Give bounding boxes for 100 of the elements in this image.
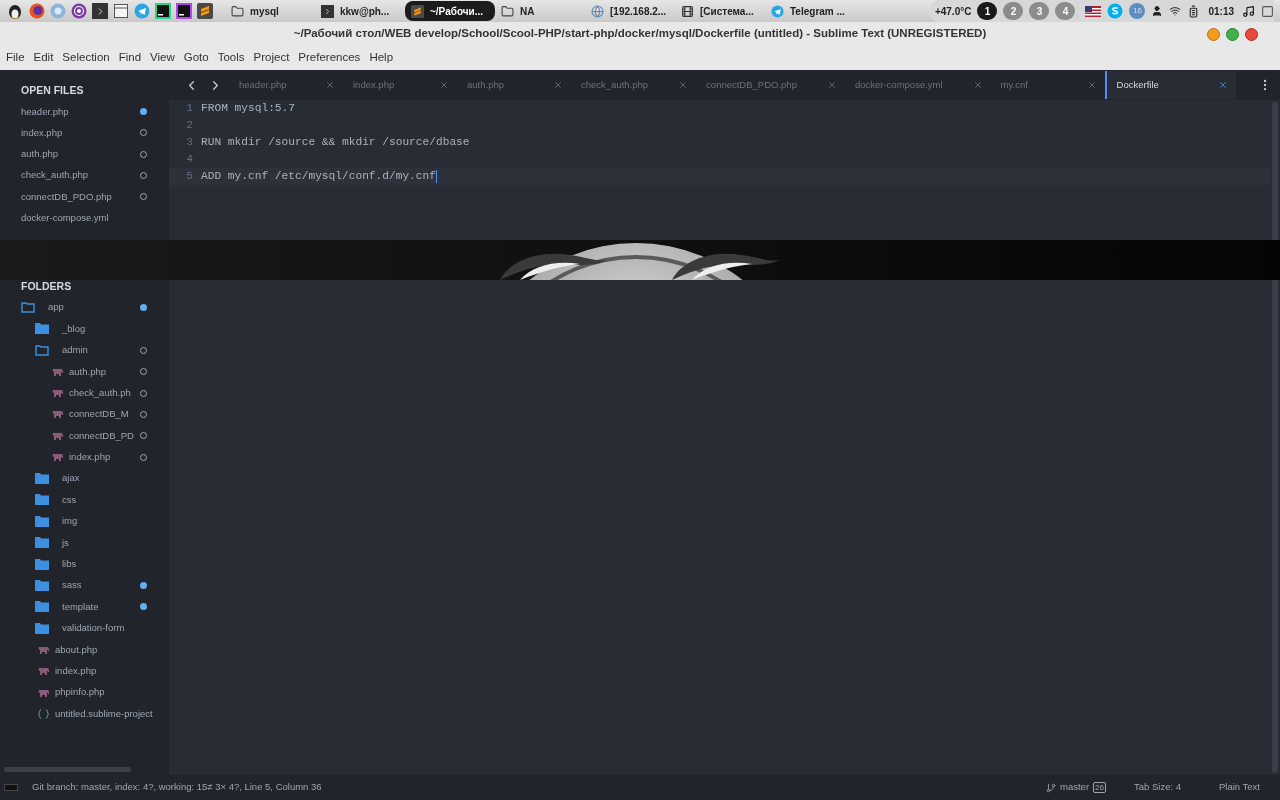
taskbar-task[interactable]: NA [495,1,585,21]
desktop-icon[interactable] [1261,4,1274,18]
menu-item[interactable]: Project [253,49,290,67]
tree-node[interactable]: about.php [0,639,169,661]
section-header: FOLDERS [20,278,73,294]
tree-node[interactable]: connectDB_PD [0,425,169,447]
tab[interactable]: Dockerfile [1104,71,1236,99]
temperature: +47.0°C [934,4,972,19]
branch-name[interactable]: master [1060,780,1090,795]
tree-node[interactable]: auth.php [0,360,169,383]
tree-node[interactable]: template [0,596,169,618]
folder-icon [35,580,49,592]
terminal-icon[interactable] [92,3,108,19]
tree-node[interactable]: img [0,510,169,533]
tab-size[interactable]: Tab Size: 4 [1134,780,1181,795]
taskbar-task[interactable]: [192.168.2... [585,1,675,21]
menu-item[interactable]: Preferences [298,49,361,67]
close-icon[interactable] [678,80,689,90]
folder-icon [35,558,49,570]
tree-node[interactable]: validation-form [0,617,169,640]
tree-node[interactable]: untitled.sublime-project [0,703,169,725]
minimize-button[interactable] [1207,27,1220,41]
tree-node[interactable]: admin [0,339,169,361]
firefox-icon[interactable] [29,3,45,19]
close-icon[interactable] [826,80,837,90]
film-icon [681,4,694,18]
skype-icon[interactable] [1107,3,1124,19]
tree-node[interactable]: libs [0,553,169,575]
taskbar-task[interactable]: kkw@ph... [315,1,405,21]
code-text: RUN mkdir /source && mkdir /source/dbase [201,135,470,151]
elephant-icon [52,367,63,376]
close-icon[interactable] [553,80,563,90]
window-icon[interactable] [113,3,129,19]
telegram-icon [771,4,784,18]
open-file-item[interactable]: header.php [0,101,169,123]
workspace-button[interactable]: 2 [1003,2,1024,20]
close-icon[interactable] [1086,80,1097,90]
tree-node[interactable]: index.php [0,446,169,468]
open-file-item[interactable]: docker-compose.yml [0,207,169,229]
menu-item[interactable]: Selection [62,49,110,67]
wifi-icon[interactable] [1169,5,1182,17]
close-icon[interactable] [439,80,449,90]
folder-icon [35,601,49,613]
pycharm-icon[interactable] [155,3,171,19]
close-icon[interactable] [1217,80,1228,90]
user-icon[interactable] [1151,5,1164,17]
tree-node[interactable]: connectDB_M [0,403,169,426]
tree-node[interactable]: app [0,296,169,319]
open-file-item[interactable]: check_auth.php [0,164,169,187]
open-file-item[interactable]: auth.php [0,143,169,165]
folder-icon [35,515,49,527]
scrollbar-track[interactable] [1272,102,1278,773]
braces-icon [38,708,49,719]
onion-icon[interactable] [71,3,87,19]
tree-node[interactable]: phpinfo.php [0,681,169,704]
sublime-icon [411,4,424,18]
tree-node[interactable]: _blog [0,318,169,340]
close-button[interactable] [1245,27,1258,41]
workspace-button[interactable]: 3 [1029,2,1050,20]
taskbar-task[interactable]: [Система... [675,1,765,21]
menu-item[interactable]: Find [118,49,142,67]
tree-node[interactable]: css [0,489,169,511]
open-file-item[interactable]: connectDB_PDO.php [0,186,169,208]
text-cursor [436,170,437,183]
branch-icon [1046,782,1057,793]
tree-node[interactable]: js [0,532,169,554]
scrollbar-thumb[interactable] [4,767,131,772]
open-file-item[interactable]: index.php [0,122,169,144]
maximize-button[interactable] [1226,27,1239,41]
workspace-button[interactable]: 4 [1055,2,1076,20]
sublime-icon[interactable] [197,3,213,19]
music-icon[interactable] [1242,4,1255,18]
flag-icon[interactable] [1085,5,1102,17]
menu-item[interactable]: Tools [217,49,245,67]
elephant-icon [38,688,49,697]
taskbar-task[interactable]: ~/Рабочи... [405,1,495,21]
phpstorm-icon[interactable] [176,3,192,19]
folder-icon [35,473,49,485]
close-icon[interactable] [325,80,335,90]
code-text: FROM mysql:5.7 [201,101,295,117]
clock[interactable]: 01:13 [1206,3,1236,19]
taskbar-task[interactable]: mysql [225,1,315,21]
menu-item[interactable]: View [150,49,175,67]
elephant-icon [52,389,63,398]
telegram-icon[interactable] [134,3,150,19]
close-icon[interactable] [972,80,983,90]
taskbar-task[interactable]: Telegram ... [765,1,855,21]
menu-item[interactable]: Goto [183,49,209,67]
workspace-button[interactable]: 1 [977,2,998,20]
penguin-icon[interactable] [6,2,24,20]
tree-node[interactable]: check_auth.ph [0,382,169,404]
editor[interactable]: 1 FROM mysql:5.7 2 3 RUN mkdir /source && mkdir /source/dbase 4 5 ADD my.cnf /etc/mysql/conf.d/my.cnf [169,100,1280,775]
tree-node[interactable]: sass [0,574,169,597]
syntax-label[interactable]: Plain Text [1219,780,1260,795]
tree-node[interactable]: index.php [0,660,169,682]
tree-node[interactable]: ajax [0,467,169,490]
menu-item[interactable]: Help [369,49,394,67]
menu-item[interactable]: Edit [33,49,54,67]
elephant-icon [52,431,63,440]
menu-item[interactable]: File [6,49,25,67]
